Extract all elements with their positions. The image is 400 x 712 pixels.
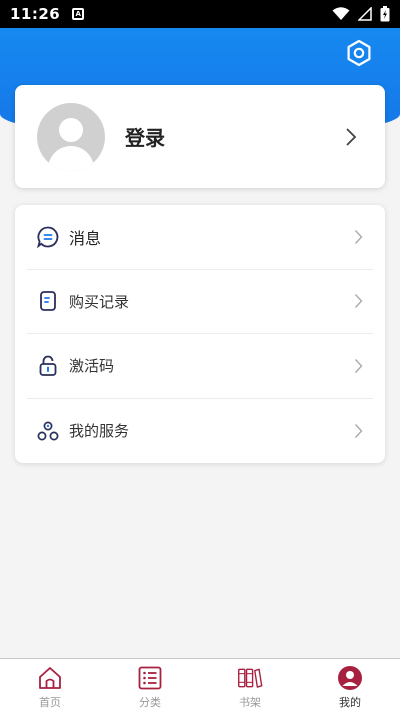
menu-item-my-services[interactable]: 我的服务	[27, 399, 373, 464]
menu-card: 消息 购买记录 激活码 我的服务	[15, 205, 385, 463]
chevron-right-icon	[354, 229, 363, 244]
wifi-icon	[332, 7, 350, 20]
tab-label: 首页	[39, 696, 61, 709]
settings-hexagon-icon	[347, 39, 371, 67]
tab-label: 我的	[339, 696, 361, 709]
purchase-record-icon	[37, 290, 59, 312]
status-bar: 11:26 A	[0, 0, 400, 28]
menu-item-activation-code[interactable]: 激活码	[27, 334, 373, 399]
services-icon	[37, 420, 59, 442]
tab-category[interactable]: 分类	[100, 659, 200, 712]
category-list-icon	[137, 665, 163, 691]
menu-item-messages[interactable]: 消息	[27, 205, 373, 270]
chevron-right-icon	[346, 127, 357, 146]
menu-item-label: 购买记录	[69, 292, 130, 311]
notification-a-icon: A	[72, 8, 85, 20]
login-label: 登录	[125, 126, 165, 150]
tab-label: 书架	[239, 696, 261, 709]
bottom-tab-bar: 首页 分类 书架 我的	[0, 658, 400, 712]
menu-item-label: 我的服务	[69, 422, 130, 441]
tab-home[interactable]: 首页	[0, 659, 100, 712]
avatar-body	[48, 145, 94, 171]
battery-icon	[380, 6, 390, 22]
lock-icon	[37, 355, 59, 377]
avatar-head	[59, 117, 83, 142]
avatar	[37, 102, 105, 171]
menu-item-label: 激活码	[69, 357, 115, 376]
chevron-right-icon	[354, 358, 363, 373]
settings-button[interactable]	[344, 38, 374, 68]
menu-item-purchase-records[interactable]: 购买记录	[27, 270, 373, 334]
bookshelf-icon	[237, 665, 263, 691]
tab-bookshelf[interactable]: 书架	[200, 659, 300, 712]
tab-label: 分类	[139, 696, 161, 709]
home-icon	[37, 665, 63, 691]
chevron-right-icon	[354, 423, 363, 438]
signal-icon	[358, 7, 372, 21]
status-time: 11:26	[10, 5, 61, 23]
menu-item-label: 消息	[69, 228, 102, 248]
profile-login-card[interactable]: 登录	[15, 85, 385, 188]
message-icon	[37, 226, 59, 248]
tab-mine[interactable]: 我的	[300, 659, 400, 712]
profile-icon	[337, 665, 363, 691]
status-indicators	[332, 6, 390, 22]
chevron-right-icon	[354, 294, 363, 309]
